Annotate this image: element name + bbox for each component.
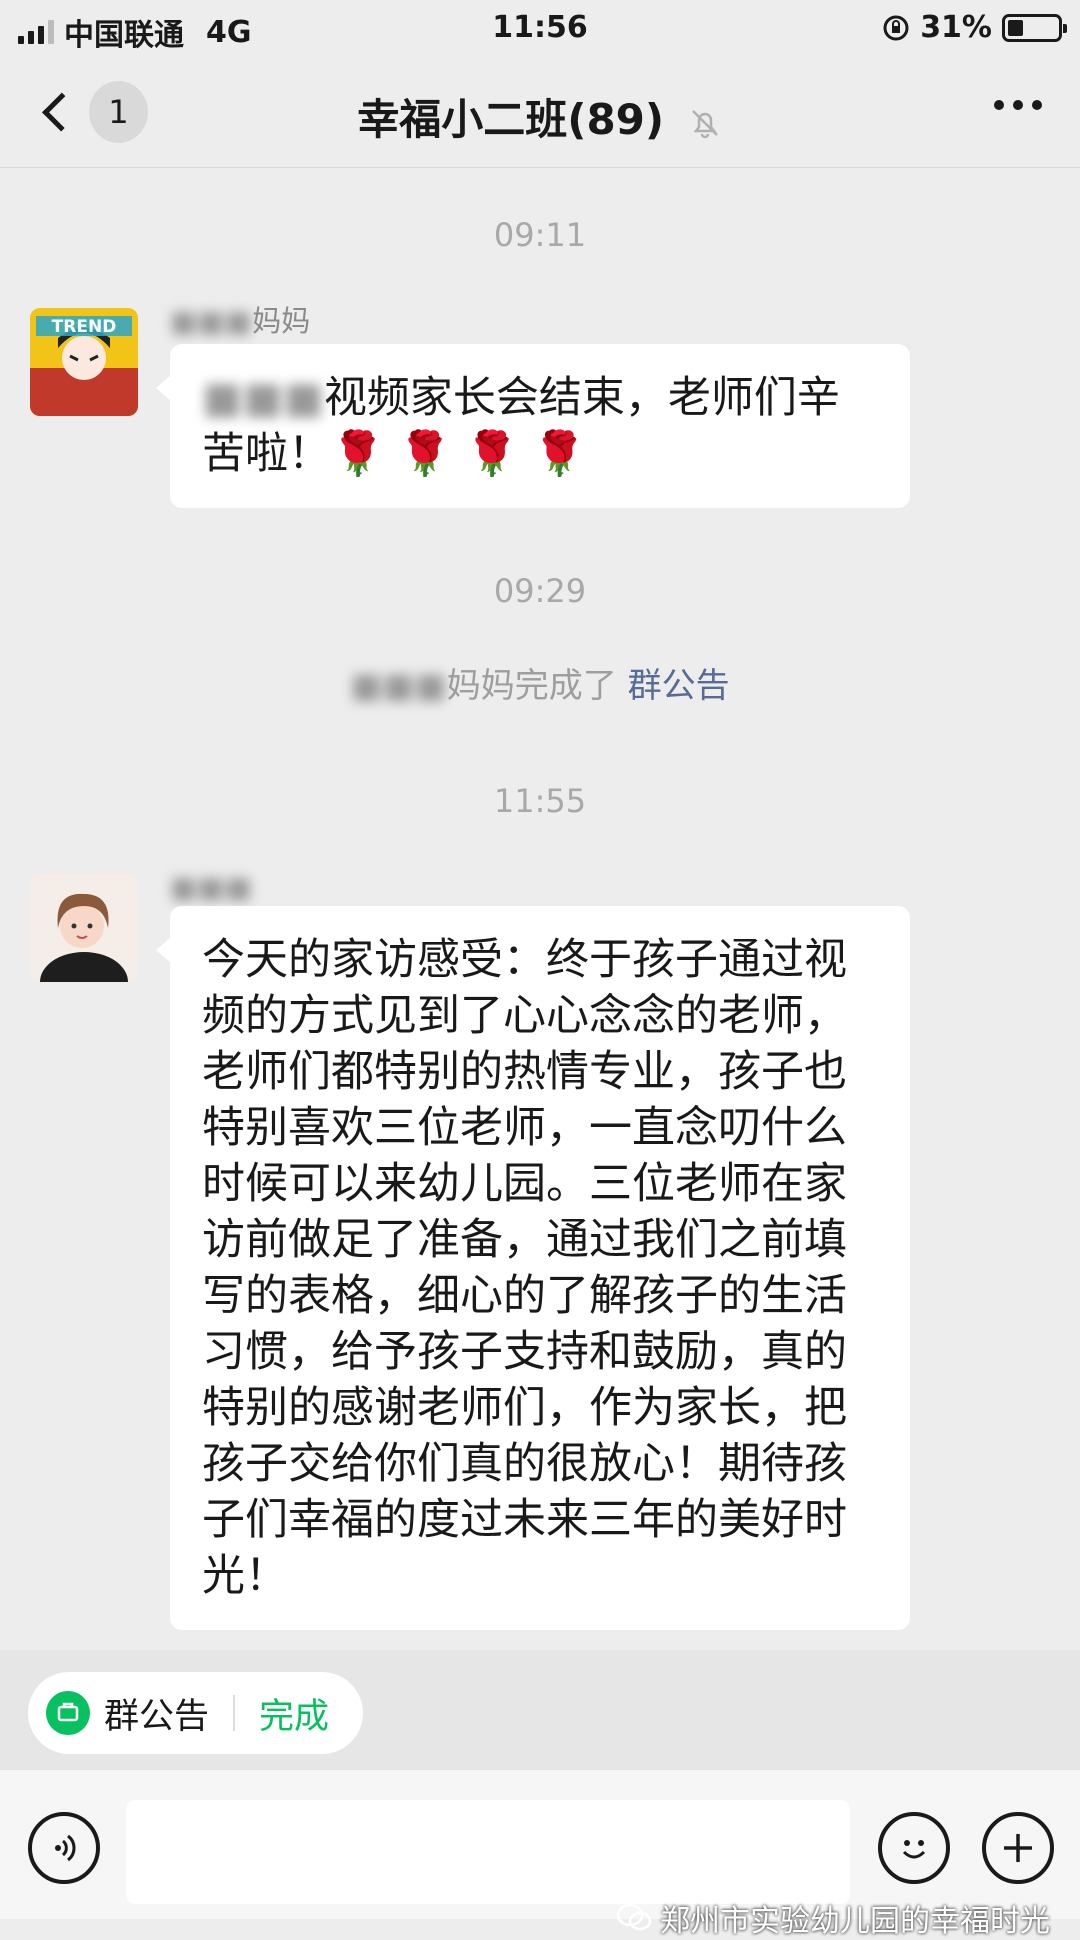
divider — [233, 1695, 236, 1731]
group-notice-pill[interactable]: 群公告 完成 — [28, 1672, 364, 1754]
plus-button[interactable] — [982, 1812, 1054, 1884]
announcement-link[interactable]: 群公告 — [628, 666, 730, 706]
blurred-text: ■■■ — [202, 373, 324, 423]
sender-name: ■■■ — [170, 870, 252, 904]
watermark: 郑州市实验幼儿园的幸福时光 — [616, 1896, 1050, 1940]
bell-slash-icon — [691, 109, 718, 138]
notice-done-button[interactable]: 完成 — [259, 1688, 329, 1739]
sender-name: ■■■妈妈 — [170, 304, 311, 338]
rotation-lock-icon — [883, 15, 909, 40]
timestamp: 09:29 — [493, 572, 587, 610]
watermark-text: 郑州市实验幼儿园的幸福时光 — [660, 1904, 1050, 1939]
system-message-text: 妈妈完成了 — [446, 666, 617, 706]
chat-area[interactable]: 09:11 TREND ■■■妈妈 ■■■视频家长会结束，老师们辛苦啦！🌹 🌹 … — [0, 168, 1080, 1648]
message-text: 今天的家访感受：终于孩子通过视频的方式见到了心心念念的老师，老师们都特别的热情专… — [202, 935, 847, 1601]
battery-icon — [1002, 13, 1067, 42]
rose-emoji: 🌹 🌹 🌹 🌹 — [331, 429, 587, 479]
blurred-name: ■■■ — [170, 870, 253, 904]
plus-icon — [1004, 1834, 1032, 1862]
voice-icon — [55, 1834, 76, 1862]
timestamp: 09:11 — [493, 216, 587, 254]
emoji-icon — [902, 1840, 926, 1859]
notice-bar: 群公告 完成 — [0, 1650, 1080, 1770]
blurred-name: ■■■ — [170, 304, 253, 338]
wechat-logo-icon — [616, 1903, 652, 1931]
avatar[interactable]: TREND — [30, 308, 138, 416]
announcement-icon — [46, 1691, 90, 1735]
more-options-button[interactable] — [994, 100, 1042, 110]
timestamp: 11:55 — [493, 782, 587, 820]
battery-percent: 31% — [920, 10, 992, 45]
more-dots-icon — [994, 100, 1004, 110]
avatar[interactable] — [30, 874, 138, 982]
svg-text:TREND: TREND — [52, 317, 117, 337]
group-notice-label: 群公告 — [104, 1696, 210, 1737]
nav-bar: 1 幸福小二班(89) — [0, 56, 1080, 168]
emoji-button[interactable] — [878, 1812, 950, 1884]
message-bubble[interactable]: 今天的家访感受：终于孩子通过视频的方式见到了心心念念的老师，老师们都特别的热情专… — [156, 906, 910, 1630]
chat-title[interactable]: 幸福小二班(89) — [0, 86, 1080, 147]
message-bubble[interactable]: ■■■视频家长会结束，老师们辛苦啦！🌹 🌹 🌹 🌹 — [156, 344, 910, 508]
system-message: ■■■妈妈完成了 群公告 — [350, 666, 730, 706]
voice-button[interactable] — [28, 1812, 100, 1884]
chat-title-text: 幸福小二班(89) — [357, 95, 665, 144]
message-input[interactable] — [126, 1800, 850, 1904]
status-bar: 中国联通 4G 11:56 31% — [0, 0, 1080, 56]
